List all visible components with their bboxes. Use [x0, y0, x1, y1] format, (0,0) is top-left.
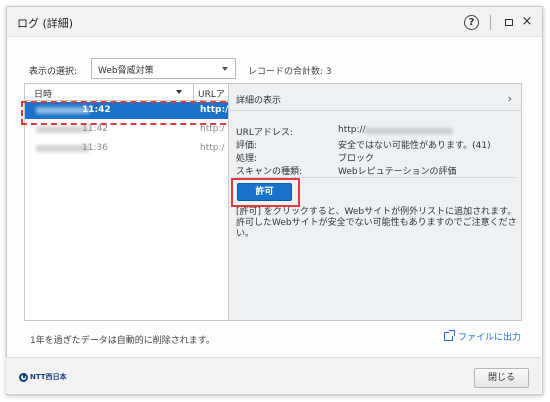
- window-title: ログ (詳細): [17, 17, 74, 30]
- close-button[interactable]: 閉じる: [474, 368, 529, 388]
- record-count: レコードの合計数: 3: [248, 67, 332, 77]
- row-time: 11:42: [82, 124, 108, 134]
- filter-select-value: Web脅威対策: [98, 66, 154, 76]
- sort-down-icon[interactable]: [176, 90, 182, 94]
- title-bar: ログ (詳細) ? ×: [7, 7, 542, 37]
- row-url: http:/: [200, 124, 225, 134]
- field-url-value: http://: [338, 125, 366, 135]
- filter-select[interactable]: Web脅威対策: [91, 58, 236, 79]
- field-action-label: 処理:: [236, 154, 258, 164]
- field-rating-label: 評価:: [236, 141, 258, 151]
- field-rating-value: 安全ではない可能性があります。(41): [338, 141, 491, 151]
- column-divider[interactable]: [193, 84, 194, 101]
- export-link[interactable]: ファイルに出力: [444, 330, 521, 343]
- detail-title: 詳細の表示: [236, 96, 282, 106]
- field-scan-type-label: スキャンの種類:: [236, 167, 303, 177]
- title-separator: [490, 15, 491, 30]
- filter-label: 表示の選択:: [29, 67, 78, 77]
- export-label: ファイルに出力: [458, 333, 522, 343]
- allow-button-highlight: [231, 178, 300, 207]
- table-row[interactable]: 11:36 http:/: [25, 140, 228, 157]
- field-action-value: ブロック: [338, 154, 375, 164]
- column-header-date[interactable]: 日時: [34, 87, 52, 100]
- field-url-label: URLアドレス:: [236, 128, 293, 138]
- close-icon[interactable]: ×: [519, 14, 535, 30]
- detail-header[interactable]: 詳細の表示 ›: [229, 84, 521, 111]
- field-scan-type-value: Webレピュテーションの評価: [338, 167, 457, 177]
- external-link-icon: [444, 330, 455, 341]
- retention-note: 1年を過ぎたデータは自動的に削除されます。: [30, 336, 215, 346]
- help-icon[interactable]: ?: [464, 15, 479, 30]
- list-header: 日時 URLア: [25, 84, 228, 101]
- row-time: 11:36: [82, 143, 108, 153]
- column-header-url[interactable]: URLア: [198, 87, 225, 100]
- chevron-down-icon: [222, 67, 228, 71]
- allow-note: [許可] をクリックすると、Webサイトが例外リストに追加されます。許可したWe…: [236, 207, 517, 239]
- row-url: http:/: [200, 143, 225, 153]
- chevron-right-icon[interactable]: ›: [508, 92, 512, 105]
- redacted-url: [365, 128, 453, 134]
- maximize-icon[interactable]: [501, 14, 517, 30]
- selected-row-highlight: [21, 101, 236, 125]
